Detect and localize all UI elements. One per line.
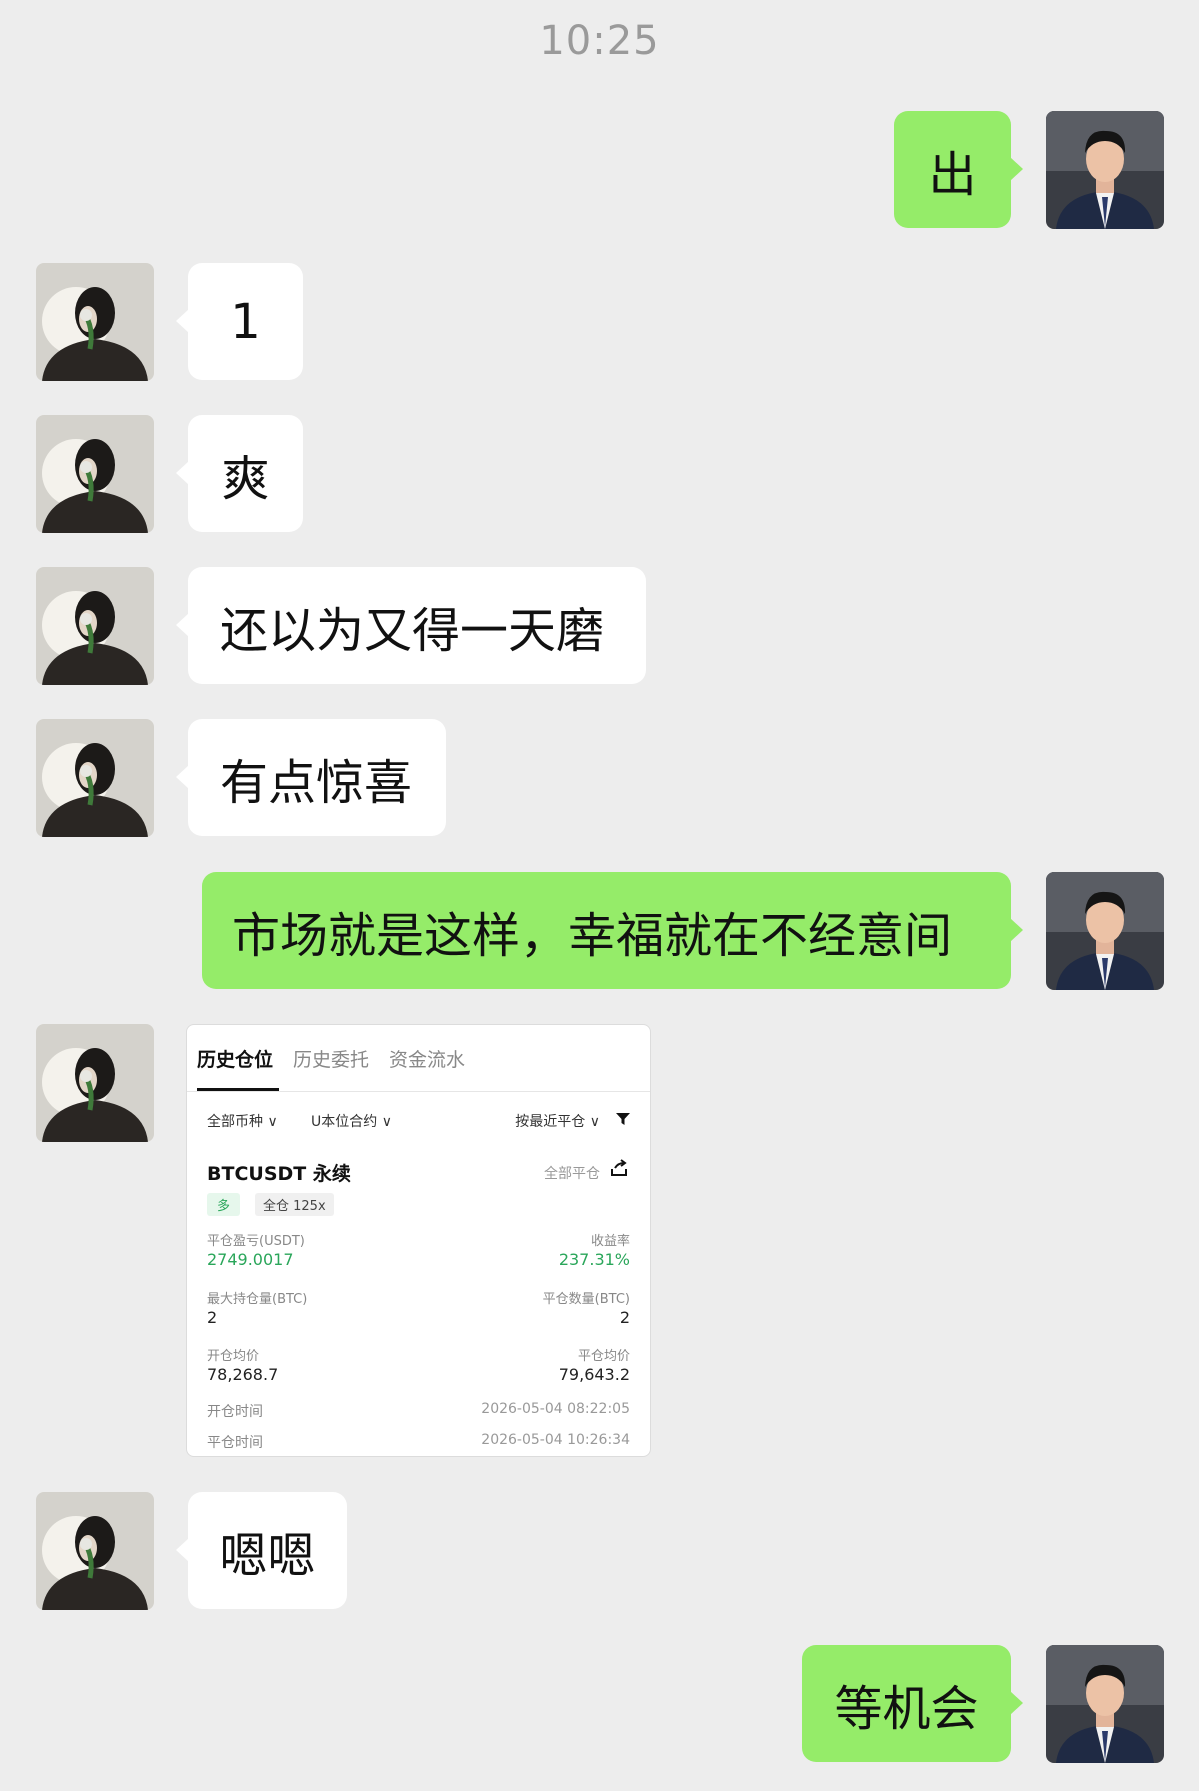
message-text: 出 <box>928 146 977 203</box>
contract-symbol: BTCUSDT 永续 <box>207 1163 351 1185</box>
sort-filter: 按最近平仓 ∨ <box>515 1114 600 1130</box>
message-bubble-self[interactable]: 市场就是这样，幸福就在不经意间 <box>202 872 1023 989</box>
history-tabs: 历史仓位 历史委托 资金流水 <box>197 1045 465 1083</box>
roi-label: 收益率 <box>590 1234 630 1249</box>
message-bubble-self[interactable]: 出 <box>894 111 1023 228</box>
avatar-other[interactable] <box>36 719 154 837</box>
message-text: 等机会 <box>834 1680 979 1737</box>
message-bubble-self[interactable]: 等机会 <box>802 1645 1023 1762</box>
avatar-other[interactable] <box>36 263 154 381</box>
open-avg-label: 开仓均价 <box>207 1349 260 1364</box>
message-text: 有点惊喜 <box>220 754 413 811</box>
close-all-label: 全部平仓 <box>544 1166 600 1182</box>
message-text: 还以为又得一天磨 <box>220 602 605 659</box>
coin-filter: 全部币种 ∨ <box>207 1114 278 1130</box>
open-avg-value: 78,268.7 <box>207 1365 279 1384</box>
roi-value: 237.31% <box>558 1250 630 1269</box>
leverage-tag: 全仓 125x <box>255 1193 334 1216</box>
tab-position-history: 历史仓位 <box>197 1049 274 1071</box>
avatar-other[interactable] <box>36 415 154 533</box>
message-text: 1 <box>230 293 261 350</box>
funnel-icon <box>616 1112 630 1130</box>
message-bubble-other[interactable]: 1 <box>176 263 303 380</box>
avatar-other[interactable] <box>36 1024 154 1142</box>
message-bubble-other[interactable]: 还以为又得一天磨 <box>176 567 646 684</box>
tab-divider <box>187 1091 650 1092</box>
close-time-value: 2026-05-04 10:26:34 <box>481 1432 630 1448</box>
close-avg-value: 79,643.2 <box>558 1365 630 1384</box>
max-position-value: 2 <box>207 1308 218 1327</box>
message-bubble-other[interactable]: 爽 <box>176 415 303 532</box>
tab-order-history: 历史委托 <box>293 1049 370 1071</box>
message-bubble-other[interactable]: 嗯嗯 <box>176 1492 347 1609</box>
pnl-label: 平仓盈亏(USDT) <box>207 1234 305 1249</box>
close-avg-label: 平仓均价 <box>577 1349 630 1364</box>
message-text: 爽 <box>221 450 270 507</box>
shared-trade-screenshot[interactable]: 历史仓位 历史委托 资金流水 全部币种 ∨ U本位合约 ∨ 按最近平仓 ∨ BT… <box>186 1024 651 1457</box>
share-icon <box>610 1159 628 1182</box>
avatar-self[interactable] <box>1046 872 1164 990</box>
avatar-other[interactable] <box>36 567 154 685</box>
message-text: 嗯嗯 <box>219 1527 316 1584</box>
long-side-tag: 多 <box>207 1193 241 1216</box>
chat-timestamp: 10:25 <box>539 18 660 64</box>
message-bubble-other[interactable]: 有点惊喜 <box>176 719 446 836</box>
open-time-label: 开仓时间 <box>207 1404 263 1420</box>
pnl-value: 2749.0017 <box>207 1250 294 1269</box>
tab-funding-flow: 资金流水 <box>389 1049 466 1071</box>
contract-filter: U本位合约 ∨ <box>311 1114 392 1130</box>
max-position-label: 最大持仓量(BTC) <box>207 1292 308 1307</box>
message-text: 市场就是这样，幸福就在不经意间 <box>232 907 953 964</box>
avatar-other[interactable] <box>36 1492 154 1610</box>
close-time-label: 平仓时间 <box>207 1435 263 1451</box>
close-quantity-value: 2 <box>619 1308 630 1327</box>
close-quantity-label: 平仓数量(BTC) <box>542 1292 630 1307</box>
avatar-self[interactable] <box>1046 111 1164 229</box>
avatar-self[interactable] <box>1046 1645 1164 1763</box>
open-time-value: 2026-05-04 08:22:05 <box>481 1401 630 1417</box>
filter-bar: 全部币种 ∨ U本位合约 ∨ 按最近平仓 ∨ <box>207 1111 630 1137</box>
